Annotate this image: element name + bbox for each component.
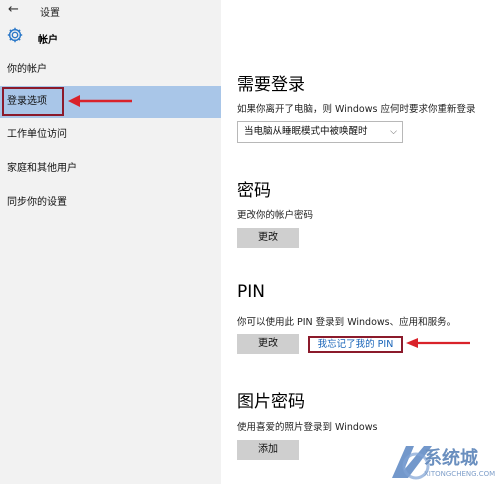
- password-description: 更改你的帐户密码: [237, 210, 314, 221]
- change-password-button[interactable]: 更改: [237, 228, 299, 248]
- change-pin-button[interactable]: 更改: [237, 334, 299, 354]
- gear-icon: [7, 27, 23, 43]
- section-title: 帐户: [38, 35, 58, 46]
- window-title: 设置: [40, 8, 60, 19]
- annotation-arrow-icon: [406, 338, 470, 348]
- sidebar-item-your-account[interactable]: 你的帐户: [0, 55, 221, 85]
- watermark-subtext: XITONGCHENG.COM: [424, 470, 496, 478]
- add-picture-password-button[interactable]: 添加: [237, 440, 299, 460]
- password-heading: 密码: [237, 181, 271, 201]
- title-bar: ← 设置: [0, 0, 221, 22]
- sidebar-item-sync[interactable]: 同步你的设置: [0, 188, 221, 218]
- picture-password-heading: 图片密码: [237, 392, 305, 412]
- chevron-down-icon: ⌵: [390, 127, 397, 137]
- watermark-text: 系统城: [424, 448, 478, 469]
- signin-dropdown-value: 当电脑从睡眠模式中被唤醒时: [244, 126, 368, 137]
- sidebar: ← 设置 帐户 你的帐户 登录选项 工作单位访问 家庭和其他用户 同步你的设置: [0, 0, 221, 484]
- pin-heading: PIN: [237, 282, 265, 302]
- require-signin-heading: 需要登录: [237, 75, 305, 95]
- forgot-pin-link[interactable]: 我忘记了我的 PIN: [308, 336, 403, 353]
- signin-dropdown[interactable]: 当电脑从睡眠模式中被唤醒时 ⌵: [237, 121, 403, 143]
- sidebar-item-work-access[interactable]: 工作单位访问: [0, 120, 221, 150]
- back-arrow-icon[interactable]: ←: [8, 2, 19, 17]
- picture-password-description: 使用喜爱的照片登录到 Windows: [237, 422, 378, 433]
- sidebar-item-family[interactable]: 家庭和其他用户: [0, 154, 221, 184]
- sidebar-item-sign-in-options[interactable]: 登录选项: [0, 86, 221, 118]
- pin-description: 你可以使用此 PIN 登录到 Windows、应用和服务。: [237, 317, 457, 328]
- require-signin-description: 如果你离开了电脑，则 Windows 应何时要求你重新登录: [237, 104, 476, 115]
